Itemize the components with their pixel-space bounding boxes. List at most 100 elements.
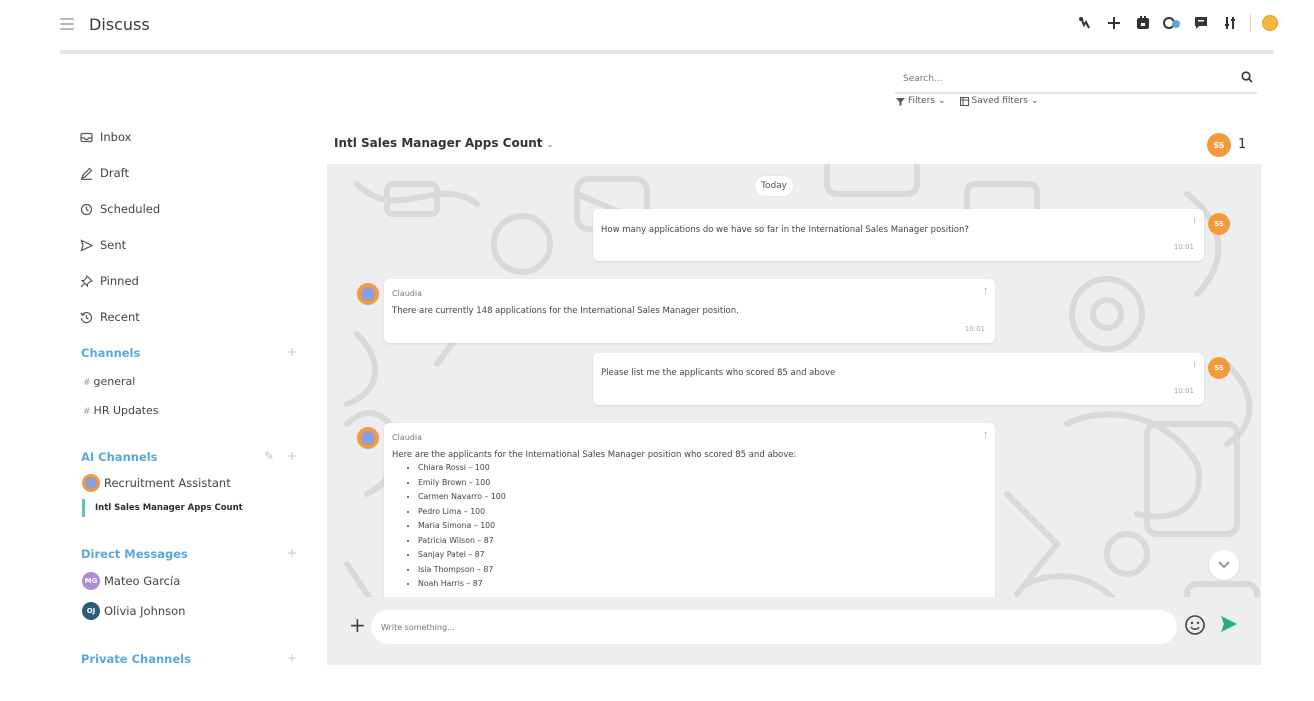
top-bar: Discuss bbox=[60, 10, 1278, 44]
message-author: Claudia bbox=[392, 433, 422, 442]
calendar-icon[interactable] bbox=[1134, 14, 1152, 32]
bot-avatar bbox=[82, 474, 100, 492]
message-menu-icon[interactable]: ⁝ bbox=[984, 431, 987, 441]
add-channel-icon[interactable]: + bbox=[287, 345, 297, 359]
sidebar-item-sent[interactable]: Sent bbox=[80, 238, 126, 252]
message-bubble[interactable]: How many applications do we have so far … bbox=[593, 209, 1204, 261]
sidebar-item-label: Draft bbox=[100, 166, 129, 180]
clock-icon bbox=[80, 203, 93, 215]
chevron-down-icon: ⌄ bbox=[1030, 96, 1039, 106]
list-item: Emily Brown – 100 bbox=[418, 476, 506, 491]
sidebar-item-label: Scheduled bbox=[100, 202, 161, 216]
list-item: Sanjay Patel – 87 bbox=[418, 548, 506, 563]
plus-icon[interactable] bbox=[1105, 14, 1123, 32]
saved-filters-label: Saved filters bbox=[971, 96, 1028, 106]
member-count[interactable]: 1 bbox=[1238, 137, 1246, 152]
app-title: Discuss bbox=[89, 15, 150, 34]
sidebar-item-scheduled[interactable]: Scheduled bbox=[80, 202, 160, 216]
list-item: Carmen Navarro – 100 bbox=[418, 490, 506, 505]
sidebar-item-label: Inbox bbox=[100, 130, 132, 144]
sidebar-item-draft[interactable]: Draft bbox=[80, 166, 129, 180]
list-item: Maria Simona – 100 bbox=[418, 519, 506, 534]
message-input[interactable] bbox=[371, 610, 1177, 644]
message-text: How many applications do we have so far … bbox=[601, 225, 969, 235]
search-icon[interactable] bbox=[1241, 71, 1253, 83]
avatar: OJ bbox=[82, 602, 100, 620]
message-text: Please list me the applicants who scored… bbox=[601, 368, 836, 378]
sidebar-item-inbox[interactable]: Inbox bbox=[80, 130, 131, 144]
filters-button[interactable]: Filters ⌄ bbox=[896, 96, 946, 106]
date-separator: Today bbox=[755, 176, 793, 196]
message-menu-icon[interactable]: ⁝ bbox=[984, 287, 987, 297]
top-toolbar bbox=[1076, 14, 1278, 32]
channel-title[interactable]: Intl Sales Manager Apps Count ⌄ bbox=[334, 136, 553, 150]
pencil-icon bbox=[81, 167, 93, 180]
sidebar-item-general[interactable]: # general bbox=[83, 375, 135, 388]
list-item: Noah Harris – 87 bbox=[418, 577, 506, 592]
channel-label: general bbox=[93, 375, 136, 388]
sidebar-item-hr-updates[interactable]: # HR Updates bbox=[83, 404, 159, 417]
message-composer: + bbox=[327, 597, 1261, 665]
message-menu-icon[interactable]: ⁝ bbox=[1193, 361, 1196, 371]
list-item: Isla Thompson – 87 bbox=[418, 563, 506, 578]
sidebar-item-intl-sales-manager-apps-count[interactable]: Intl Sales Manager Apps Count bbox=[82, 499, 243, 517]
filter-bar: Filters ⌄ Saved filters ⌄ bbox=[896, 96, 1038, 106]
sidebar-item-label: Recent bbox=[100, 310, 140, 324]
channel-label: HR Updates bbox=[93, 404, 159, 417]
add-private-channel-icon[interactable]: + bbox=[287, 651, 297, 665]
ai-channels-section-title[interactable]: AI Channels bbox=[81, 450, 158, 464]
menu-icon[interactable] bbox=[60, 18, 74, 30]
avatar: SS bbox=[1208, 213, 1230, 235]
message-time: 10:01 bbox=[1173, 387, 1194, 395]
message-bubble[interactable]: Claudia There are currently 148 applicat… bbox=[384, 279, 995, 343]
channel-title-text: Intl Sales Manager Apps Count bbox=[334, 136, 543, 150]
chevron-down-icon: ⌄ bbox=[937, 96, 946, 106]
scroll-to-bottom-button[interactable] bbox=[1209, 550, 1239, 580]
add-attachment-icon[interactable]: + bbox=[349, 615, 366, 635]
sidebar-item-pinned[interactable]: Pinned bbox=[80, 274, 139, 288]
sidebar-item-recruitment-assistant[interactable]: Recruitment Assistant bbox=[82, 474, 231, 492]
chat-area: Today How many applications do we have s… bbox=[327, 164, 1261, 665]
sidebar-item-olivia-johnson[interactable]: OJ Olivia Johnson bbox=[82, 602, 185, 620]
chevron-down-icon: ⌄ bbox=[546, 140, 554, 149]
list-item: Chiara Rossi – 100 bbox=[418, 461, 506, 476]
filters-label: Filters bbox=[908, 96, 935, 106]
settings-sliders-icon[interactable] bbox=[1221, 14, 1239, 32]
chat-icon[interactable] bbox=[1192, 14, 1210, 32]
hash-icon: # bbox=[83, 378, 91, 388]
applicant-list: Chiara Rossi – 100 Emily Brown – 100 Car… bbox=[406, 461, 506, 592]
emoji-icon[interactable] bbox=[1184, 614, 1206, 636]
edit-ai-channels-icon[interactable]: ✎ bbox=[264, 449, 274, 463]
sidebar-item-label: Pinned bbox=[100, 274, 139, 288]
search-bar bbox=[895, 66, 1257, 94]
message-bubble[interactable]: Please list me the applicants who scored… bbox=[593, 353, 1204, 405]
sidebar-item-label: Sent bbox=[100, 238, 127, 252]
add-ai-channel-icon[interactable]: + bbox=[287, 449, 297, 463]
sidebar-item-mateo-garcia[interactable]: MG Mateo García bbox=[82, 572, 180, 590]
send-message-icon[interactable] bbox=[1220, 615, 1238, 633]
chevron-down-icon bbox=[1218, 561, 1230, 569]
member-avatar[interactable]: SS bbox=[1207, 133, 1231, 157]
toolbar-divider bbox=[1250, 14, 1251, 32]
add-dm-icon[interactable]: + bbox=[287, 546, 297, 560]
filter-icon bbox=[896, 97, 905, 106]
search-input[interactable] bbox=[901, 73, 1225, 85]
top-divider bbox=[60, 50, 1274, 54]
saved-filters-button[interactable]: Saved filters ⌄ bbox=[959, 96, 1039, 106]
avatar: MG bbox=[82, 572, 100, 590]
user-avatar[interactable] bbox=[1262, 15, 1278, 31]
channel-label: Recruitment Assistant bbox=[104, 476, 231, 490]
message-menu-icon[interactable]: ⁝ bbox=[1193, 217, 1196, 227]
message-text: There are currently 148 applications for… bbox=[392, 306, 739, 316]
pin-icon bbox=[80, 274, 93, 287]
activity-icon[interactable] bbox=[1163, 14, 1181, 32]
direct-messages-section-title[interactable]: Direct Messages bbox=[81, 547, 188, 561]
private-channels-section-title[interactable]: Private Channels bbox=[81, 652, 191, 666]
dm-label: Olivia Johnson bbox=[104, 604, 186, 618]
list-item: Patricia Wilson – 87 bbox=[418, 534, 506, 549]
dm-label: Mateo García bbox=[104, 574, 181, 588]
ai-sparkle-icon[interactable] bbox=[1076, 14, 1094, 32]
sidebar-item-recent[interactable]: Recent bbox=[80, 310, 140, 324]
avatar: SS bbox=[1208, 357, 1230, 379]
channels-section-title[interactable]: Channels bbox=[81, 346, 140, 360]
